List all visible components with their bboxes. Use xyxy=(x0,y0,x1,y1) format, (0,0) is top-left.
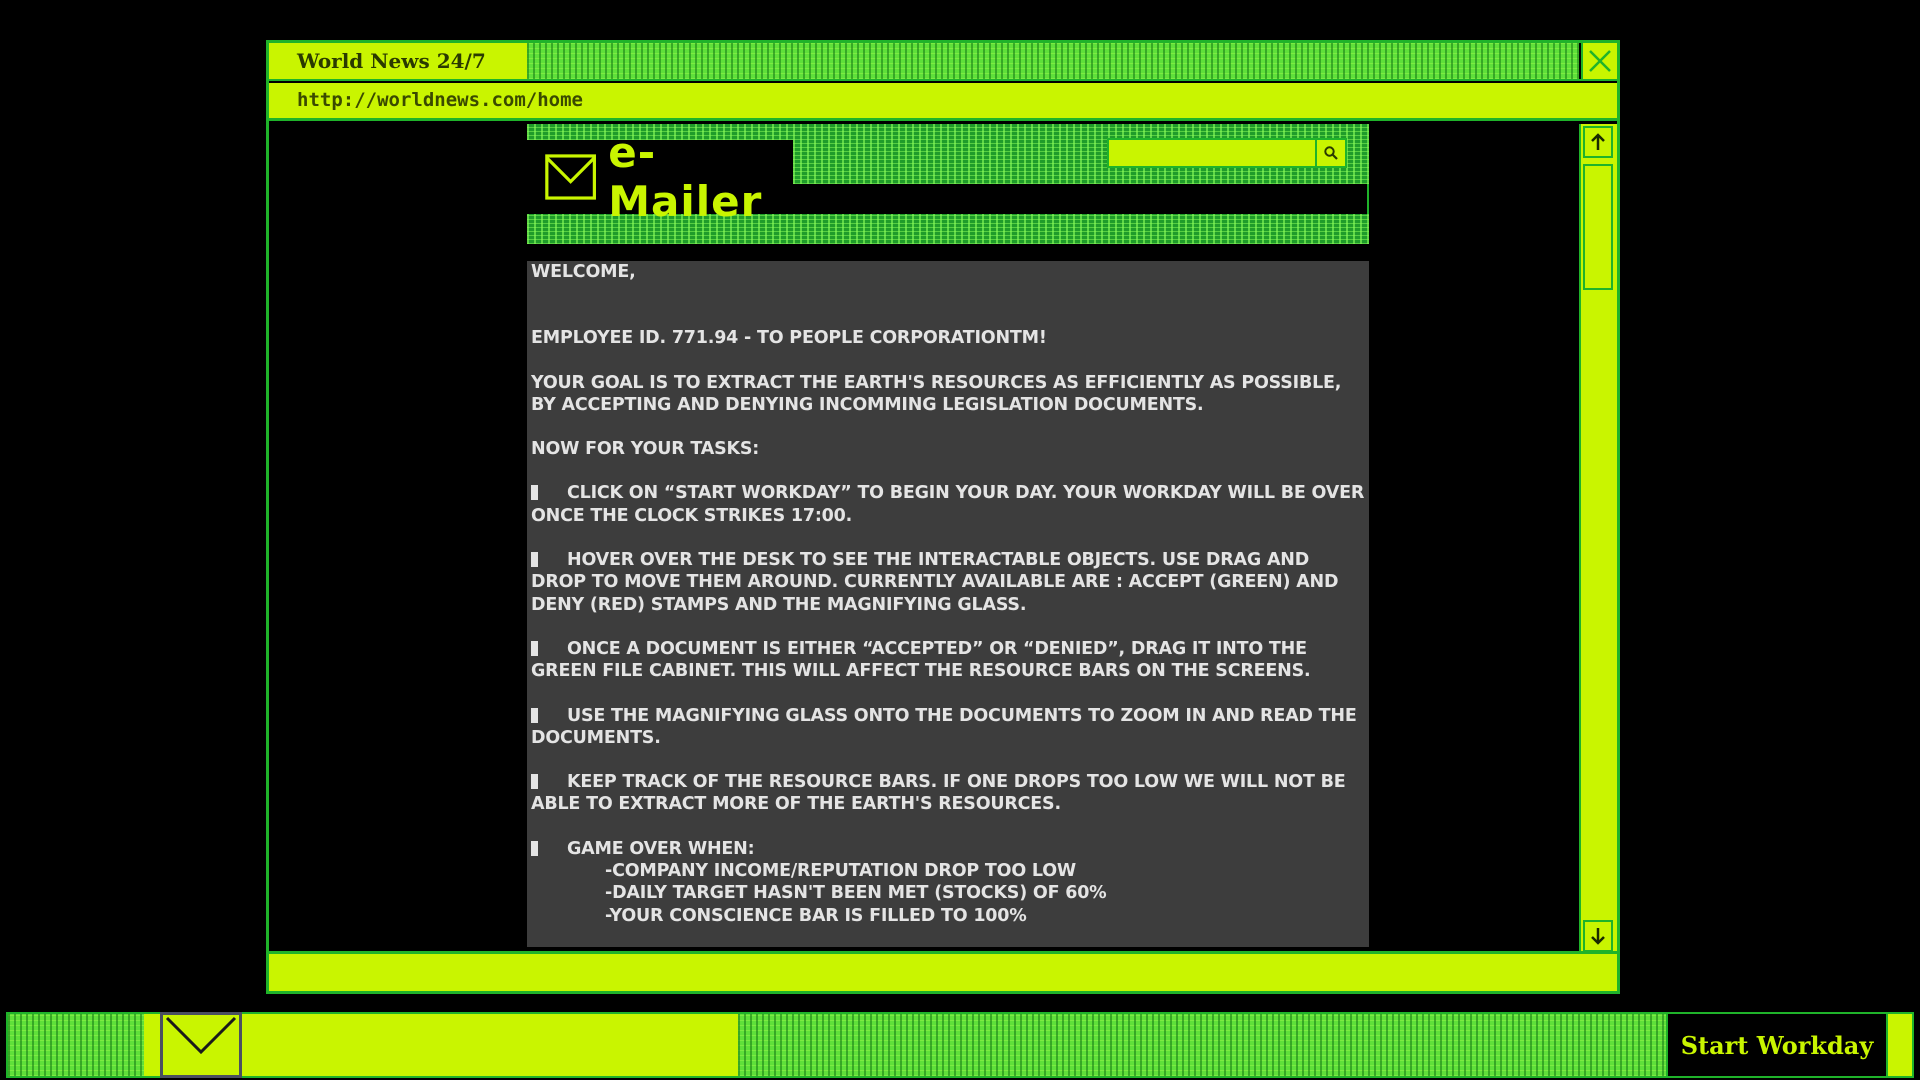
bullet-icon xyxy=(531,774,538,790)
task-item: USE THE MAGNIFYING GLASS ONTO THE DOCUME… xyxy=(531,705,1365,750)
task-item: HOVER OVER THE DESK TO SEE THE INTERACTA… xyxy=(531,549,1365,616)
bullet-icon xyxy=(531,707,538,723)
search-icon xyxy=(1324,146,1338,160)
task-text: CLICK ON “START WORKDAY” TO BEGIN YOUR D… xyxy=(531,483,1365,526)
game-over-condition: -YOUR CONSCIENCE BAR IS FILLED TO 100% xyxy=(605,905,1027,926)
scroll-thumb[interactable] xyxy=(1583,164,1613,290)
envelope-icon xyxy=(165,1016,237,1055)
close-icon xyxy=(1589,50,1611,72)
address-bar[interactable]: http://worldnews.com/home xyxy=(269,83,1617,121)
title-bar[interactable]: World News 24/7 xyxy=(269,43,1617,81)
task-text: GAME OVER WHEN: xyxy=(567,838,755,859)
task-text: KEEP TRACK OF THE RESOURCE BARS. IF ONE … xyxy=(531,772,1346,815)
bullet-icon xyxy=(531,485,538,501)
page-content: e-Mailer WELCOME, EMPLOYEE ID. 771.94 - … xyxy=(269,124,1583,954)
game-over-condition: -DAILY TARGET HASN'T BEEN MET (STOCKS) O… xyxy=(605,883,1107,904)
envelope-icon xyxy=(545,154,596,200)
task-item: CLICK ON “START WORKDAY” TO BEGIN YOUR D… xyxy=(531,482,1365,527)
mail-body: WELCOME, EMPLOYEE ID. 771.94 - TO PEOPLE… xyxy=(527,261,1369,947)
bullet-icon xyxy=(531,640,538,656)
browser-window: World News 24/7 http://worldnews.com/hom… xyxy=(266,40,1620,994)
mail-app-button[interactable] xyxy=(160,1012,242,1078)
task-item: GAME OVER WHEN: xyxy=(531,838,1365,860)
goal-text: YOUR GOAL IS TO EXTRACT THE EARTH'S RESO… xyxy=(531,372,1342,415)
task-item: KEEP TRACK OF THE RESOURCE BARS. IF ONE … xyxy=(531,771,1365,816)
scroll-down-button[interactable] xyxy=(1583,920,1613,952)
task-text: ONCE A DOCUMENT IS EITHER “ACCEPTED” OR … xyxy=(531,638,1311,682)
window-title: World News 24/7 xyxy=(269,43,527,79)
taskbar: Start Workday xyxy=(6,1012,1914,1078)
game-over-condition: -COMPANY INCOME/REPUTATION DROP TOO LOW xyxy=(605,861,1076,882)
employee-line: EMPLOYEE ID. 771.94 - TO PEOPLE CORPORAT… xyxy=(531,328,1047,349)
bullet-icon xyxy=(531,552,538,568)
mailer-logo: e-Mailer xyxy=(527,128,793,226)
arrow-down-icon xyxy=(1591,928,1605,945)
vertical-scrollbar[interactable] xyxy=(1579,124,1617,954)
status-bar xyxy=(269,951,1617,991)
scroll-up-button[interactable] xyxy=(1583,126,1613,158)
bullet-icon xyxy=(531,840,538,856)
tasks-header: NOW FOR YOUR TASKS: xyxy=(531,439,760,460)
taskbar-stripes-mid xyxy=(738,1014,1668,1076)
mail-header: e-Mailer xyxy=(527,124,1369,244)
task-text: USE THE MAGNIFYING GLASS ONTO THE DOCUME… xyxy=(531,705,1357,748)
task-item: ONCE A DOCUMENT IS EITHER “ACCEPTED” OR … xyxy=(531,638,1365,683)
logo-text: e-Mailer xyxy=(608,128,763,226)
title-bar-stripes xyxy=(527,43,1579,79)
search-button[interactable] xyxy=(1317,138,1347,168)
search-box xyxy=(1107,138,1347,168)
taskbar-stripes-left xyxy=(8,1014,144,1076)
task-text: HOVER OVER THE DESK TO SEE THE INTERACTA… xyxy=(531,550,1339,615)
start-workday-button[interactable]: Start Workday xyxy=(1666,1014,1888,1076)
arrow-up-icon xyxy=(1591,133,1605,150)
search-input[interactable] xyxy=(1107,138,1317,168)
greeting: WELCOME, xyxy=(531,262,636,282)
close-button[interactable] xyxy=(1581,43,1617,79)
